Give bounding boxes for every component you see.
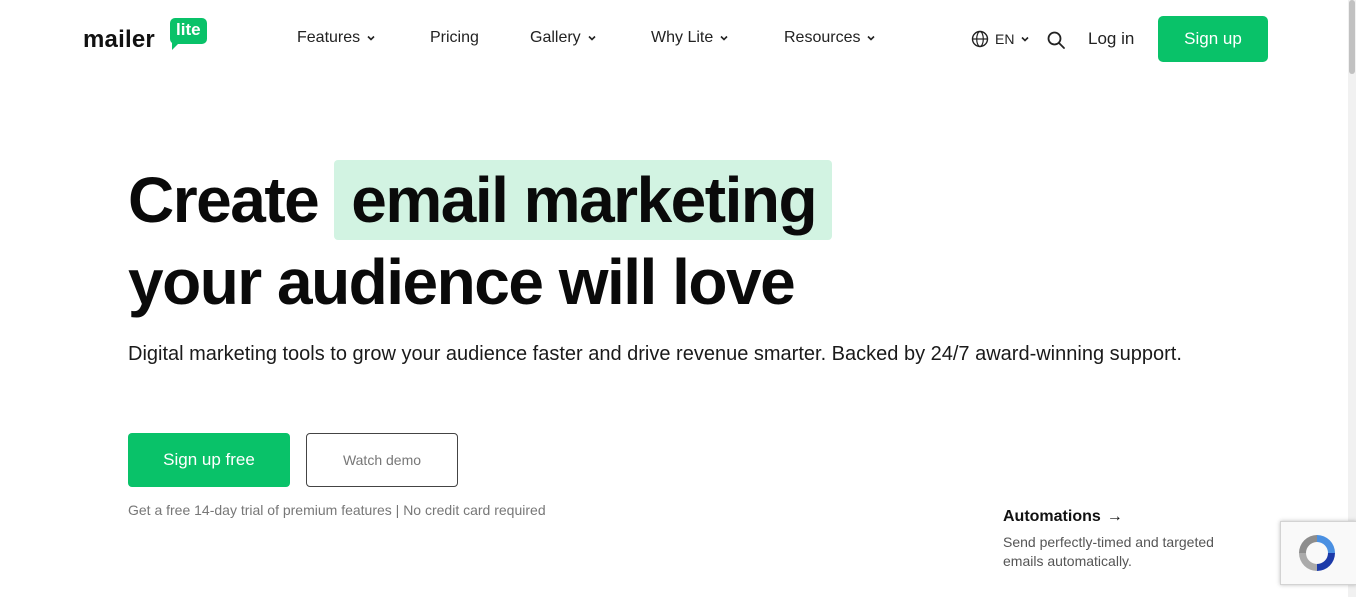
logo-badge: lite	[170, 18, 207, 50]
chevron-down-icon	[720, 35, 728, 41]
recaptcha-icon	[1299, 535, 1335, 571]
search-icon[interactable]	[1046, 30, 1066, 50]
nav-features-label: Features	[297, 29, 361, 46]
signup-free-button[interactable]: Sign up free	[128, 433, 290, 487]
hero-headline-line2: your audience will love	[128, 240, 796, 324]
nav-resources[interactable]: Resources	[784, 29, 876, 47]
automations-description: Send perfectly-timed and targeted emails…	[1003, 534, 1214, 569]
headline-highlight-box: email marketing	[334, 160, 833, 240]
recaptcha-badge[interactable]	[1280, 521, 1356, 585]
headline-line2: your audience will love	[128, 246, 796, 318]
nav-pricing-label: Pricing	[430, 29, 479, 46]
headline-highlight: email marketing	[351, 164, 817, 236]
automations-card[interactable]: Automations → Send perfectly-timed and t…	[975, 496, 1245, 597]
hero-headline-line1: Create email marketing	[128, 158, 833, 242]
logo-wordmark: mailer	[83, 26, 155, 53]
scrollbar-thumb[interactable]	[1349, 0, 1355, 74]
chevron-down-icon	[367, 35, 375, 41]
nav-resources-label: Resources	[784, 29, 861, 46]
arrow-right-icon: →	[1106, 508, 1123, 525]
automations-title: Automations	[1003, 508, 1101, 525]
automations-title-row[interactable]: Automations →	[1003, 508, 1123, 526]
nav-why-lite-label: Why Lite	[651, 29, 714, 46]
mailerlite-logo[interactable]: mailer lite	[83, 18, 213, 58]
language-selector[interactable]: EN	[971, 30, 1030, 48]
page-scrollbar[interactable]	[1348, 0, 1356, 597]
nav-gallery-label: Gallery	[530, 29, 581, 46]
trial-note: Get a free 14-day trial of premium featu…	[128, 502, 546, 518]
hero-subtext: Digital marketing tools to grow your aud…	[128, 343, 1182, 365]
nav-gallery[interactable]: Gallery	[530, 29, 597, 47]
chevron-down-icon	[1021, 36, 1030, 42]
chevron-down-icon	[867, 35, 876, 41]
login-link[interactable]: Log in	[1088, 29, 1134, 49]
nav-features[interactable]: Features	[297, 29, 376, 47]
nav-why-lite[interactable]: Why Lite	[651, 29, 729, 47]
chevron-down-icon	[588, 35, 596, 41]
watch-demo-button[interactable]: Watch demo	[306, 433, 458, 487]
language-label: EN	[995, 31, 1015, 47]
signup-button[interactable]: Sign up	[1158, 16, 1268, 62]
headline-start: Create	[128, 164, 320, 236]
site-header: mailer lite Features Pricing Gallery Why…	[0, 0, 1356, 80]
globe-icon	[971, 30, 989, 48]
nav-pricing[interactable]: Pricing	[430, 29, 479, 47]
